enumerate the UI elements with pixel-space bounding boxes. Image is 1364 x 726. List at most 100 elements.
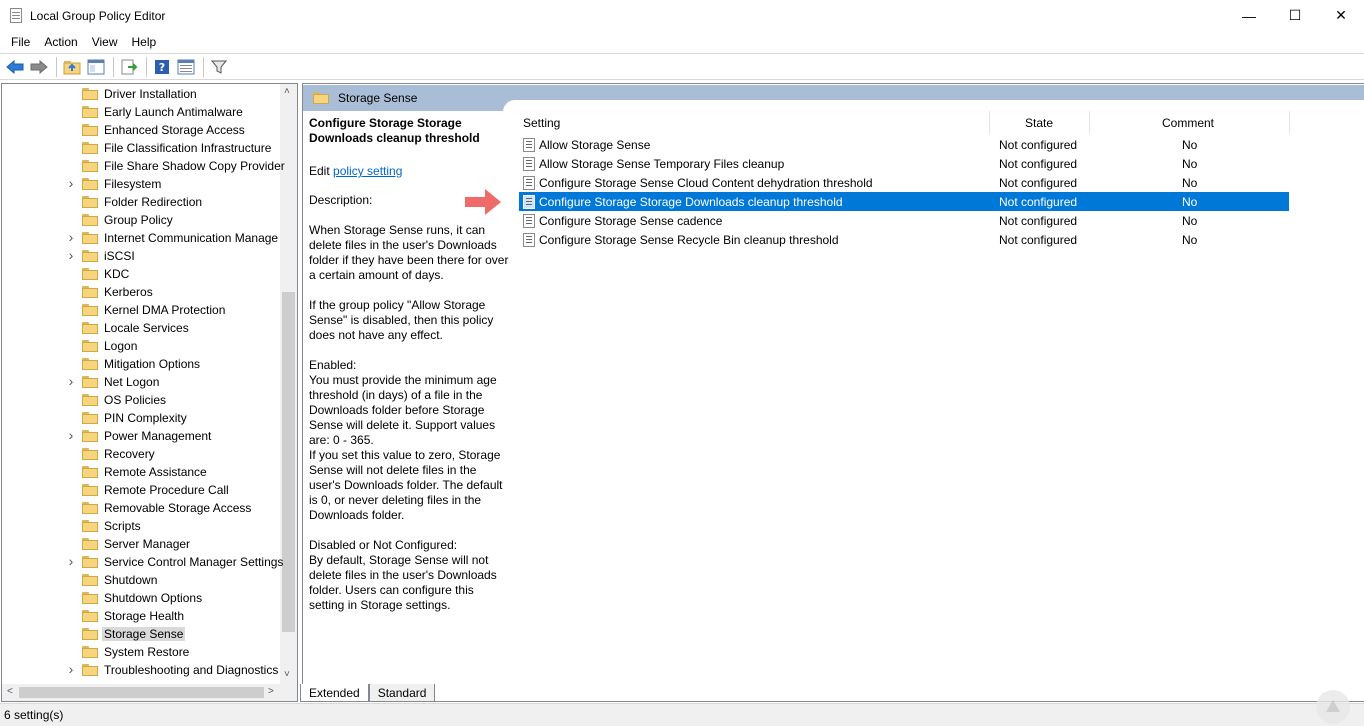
tree-item[interactable]: OS Policies	[2, 391, 282, 409]
tab-extended[interactable]: Extended	[300, 684, 369, 702]
export-list-icon[interactable]	[118, 56, 140, 78]
tree-hscroll-thumb[interactable]	[19, 687, 264, 698]
properties-icon[interactable]	[175, 56, 197, 78]
tree-item[interactable]: Enhanced Storage Access	[2, 121, 282, 139]
tree-item[interactable]: › Internet Communication Manage	[2, 229, 282, 247]
folder-icon	[82, 232, 98, 244]
tree-item[interactable]: Shutdown Options	[2, 589, 282, 607]
tree-item[interactable]: Remote Assistance	[2, 463, 282, 481]
back-arrow-icon[interactable]	[4, 56, 26, 78]
expand-chevron-icon[interactable]: ›	[66, 661, 76, 677]
folder-icon	[82, 502, 98, 514]
expand-chevron-icon[interactable]: ›	[66, 553, 76, 569]
tree-item[interactable]: Remote Procedure Call	[2, 481, 282, 499]
policy-setting-link[interactable]: policy setting	[333, 164, 402, 178]
column-header-state[interactable]: State	[1025, 116, 1053, 130]
filter-icon[interactable]	[208, 56, 230, 78]
tree-item[interactable]: Kernel DMA Protection	[2, 301, 282, 319]
tree-item[interactable]: Logon	[2, 337, 282, 355]
show-hide-tree-icon[interactable]	[85, 56, 107, 78]
tab-standard[interactable]: Standard	[368, 684, 436, 702]
column-header-comment[interactable]: Comment	[1162, 116, 1214, 130]
tree-item-label: Storage Sense	[102, 627, 186, 641]
tree-vertical-scrollbar[interactable]: ˄ ˅	[280, 84, 297, 684]
expand-chevron-icon[interactable]: ›	[66, 247, 76, 263]
tree-item[interactable]: Removable Storage Access	[2, 499, 282, 517]
tree-item[interactable]: › Net Logon	[2, 373, 282, 391]
maximize-button[interactable]: ☐	[1272, 0, 1318, 31]
tree-item[interactable]: KDC	[2, 265, 282, 283]
folder-icon	[82, 574, 98, 586]
tree-item[interactable]: › Service Control Manager Settings	[2, 553, 284, 571]
tree-item[interactable]: PIN Complexity	[2, 409, 282, 427]
tree-item[interactable]: Early Launch Antimalware	[2, 103, 282, 121]
tree-item[interactable]: Scripts	[2, 517, 282, 535]
folder-icon	[82, 214, 98, 226]
tree-item[interactable]: Folder Redirection	[2, 193, 282, 211]
tree-item[interactable]: › iSCSI	[2, 247, 282, 265]
tree-item[interactable]: Server Manager	[2, 535, 282, 553]
menu-file[interactable]: File	[4, 35, 37, 49]
minimize-button[interactable]: —	[1226, 0, 1272, 31]
tree-horizontal-scrollbar[interactable]: < >	[2, 684, 297, 701]
tree-item[interactable]: Shutdown	[2, 571, 282, 589]
navigation-tree: ˄ ˅ < > Driver Installation Early Launch …	[1, 83, 298, 702]
table-row[interactable]: Allow Storage Sense Temporary Files clea…	[519, 154, 1289, 173]
tree-item[interactable]: Kerberos	[2, 283, 282, 301]
tree-item[interactable]: › Troubleshooting and Diagnostics	[2, 661, 282, 679]
tree-item[interactable]: Group Policy	[2, 211, 282, 229]
table-row[interactable]: Configure Storage Storage Downloads clea…	[519, 192, 1289, 211]
folder-icon	[82, 286, 98, 298]
expand-chevron-icon[interactable]: ›	[66, 373, 76, 389]
tree-item[interactable]: Driver Installation	[2, 85, 282, 103]
expand-chevron-icon[interactable]: ›	[66, 175, 76, 191]
tree-item[interactable]: File Share Shadow Copy Provider	[2, 157, 285, 175]
tree-item-label: Driver Installation	[104, 87, 197, 101]
tree-item-label: File Classification Infrastructure	[104, 141, 272, 155]
tree-item[interactable]: › Filesystem	[2, 175, 282, 193]
tree-item[interactable]: Storage Health	[2, 607, 282, 625]
up-folder-icon[interactable]	[61, 56, 83, 78]
tree-item-label: Troubleshooting and Diagnostics	[104, 663, 279, 677]
tree-item-label: iSCSI	[104, 249, 135, 263]
comment-cell: No	[1182, 157, 1198, 171]
tree-item-label: Power Management	[104, 429, 212, 443]
tree-item-label: Internet Communication Manage	[104, 231, 279, 245]
column-header-setting[interactable]: Setting	[523, 116, 560, 130]
tree-item-label: Recovery	[104, 447, 155, 461]
status-bar: 6 setting(s)	[0, 690, 1364, 726]
close-button[interactable]: ✕	[1318, 0, 1364, 31]
tree-item-label: Kernel DMA Protection	[104, 303, 226, 317]
tree-item-label: Net Logon	[104, 375, 160, 389]
tree-item[interactable]: Locale Services	[2, 319, 282, 337]
tree-item[interactable]: Storage Sense	[2, 625, 282, 643]
folder-icon	[82, 142, 98, 154]
folder-icon	[82, 520, 98, 532]
policy-setting-icon	[523, 195, 535, 209]
toolbar-separator	[113, 56, 114, 77]
folder-icon	[82, 448, 98, 460]
table-row[interactable]: Configure Storage Sense Cloud Content de…	[519, 173, 1289, 192]
expand-chevron-icon[interactable]: ›	[66, 427, 76, 443]
setting-cell: Configure Storage Sense cadence	[539, 214, 723, 228]
tree-scroll-thumb[interactable]	[282, 292, 295, 632]
help-icon[interactable]: ?	[151, 56, 173, 78]
tree-item[interactable]: File Classification Infrastructure	[2, 139, 282, 157]
expand-chevron-icon[interactable]: ›	[66, 229, 76, 245]
folder-icon	[82, 196, 98, 208]
forward-arrow-icon[interactable]	[28, 56, 50, 78]
tree-item[interactable]: System Restore	[2, 643, 282, 661]
table-row[interactable]: Allow Storage Sense Not configured No	[519, 135, 1289, 154]
tree-item[interactable]: Mitigation Options	[2, 355, 282, 373]
toolbar-separator	[146, 56, 147, 77]
tree-item[interactable]: Recovery	[2, 445, 282, 463]
table-row[interactable]: Configure Storage Sense cadence Not confi…	[519, 211, 1289, 230]
table-row[interactable]: Configure Storage Sense Recycle Bin clea…	[519, 230, 1289, 249]
policy-setting-icon	[523, 176, 535, 190]
menu-help[interactable]: Help	[125, 35, 164, 49]
folder-icon	[313, 92, 329, 104]
tree-item[interactable]: › Power Management	[2, 427, 282, 445]
folder-icon	[82, 664, 98, 676]
menu-view[interactable]: View	[85, 35, 125, 49]
menu-action[interactable]: Action	[37, 35, 84, 49]
